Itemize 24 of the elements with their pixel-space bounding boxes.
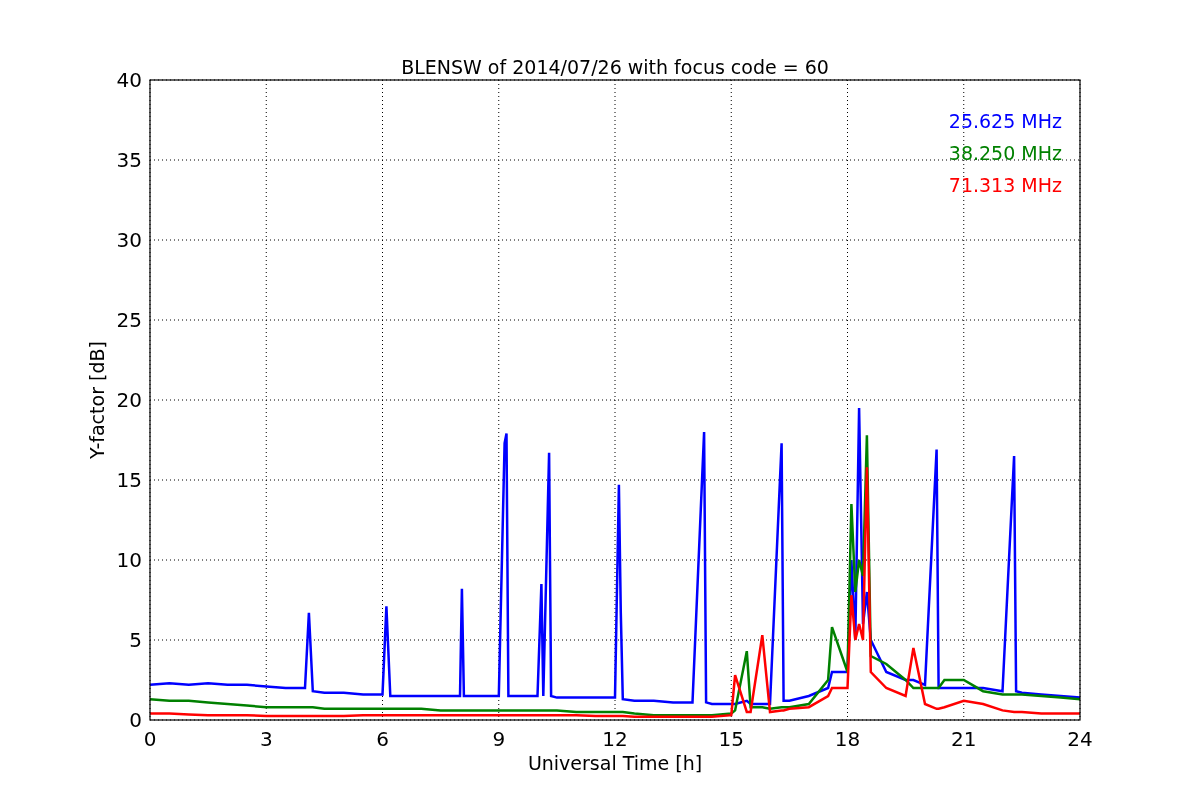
x-tick-label: 24: [1067, 727, 1093, 751]
y-tick-label: 40: [116, 68, 142, 92]
x-tick-label: 6: [376, 727, 389, 751]
legend-label: 25.625 MHz: [948, 110, 1062, 132]
y-tick-label: 25: [116, 308, 142, 332]
x-tick-label: 12: [602, 727, 628, 751]
x-tick-label: 3: [259, 727, 273, 751]
legend-label: 71.313 MHz: [948, 174, 1062, 196]
x-axis-label: Universal Time [h]: [527, 752, 703, 774]
y-tick-label: 35: [116, 148, 142, 172]
y-tick-label: 15: [116, 468, 142, 492]
x-tick-label: 0: [143, 727, 157, 751]
y-tick-label: 30: [116, 228, 142, 252]
x-tick-label: 15: [718, 727, 744, 751]
x-tick-label: 21: [951, 727, 977, 751]
chart-title: BLENSW of 2014/07/26 with focus code = 60: [401, 56, 829, 78]
y-tick-label: 10: [116, 548, 142, 572]
y-tick-label: 0: [129, 708, 142, 732]
legend-label: 38.250 MHz: [948, 142, 1062, 164]
x-tick-label: 9: [492, 727, 506, 751]
y-tick-label: 5: [129, 628, 142, 652]
y-axis-label: Y-factor [dB]: [86, 341, 108, 459]
x-tick-label: 18: [834, 727, 861, 751]
y-tick-label: 20: [116, 388, 142, 412]
